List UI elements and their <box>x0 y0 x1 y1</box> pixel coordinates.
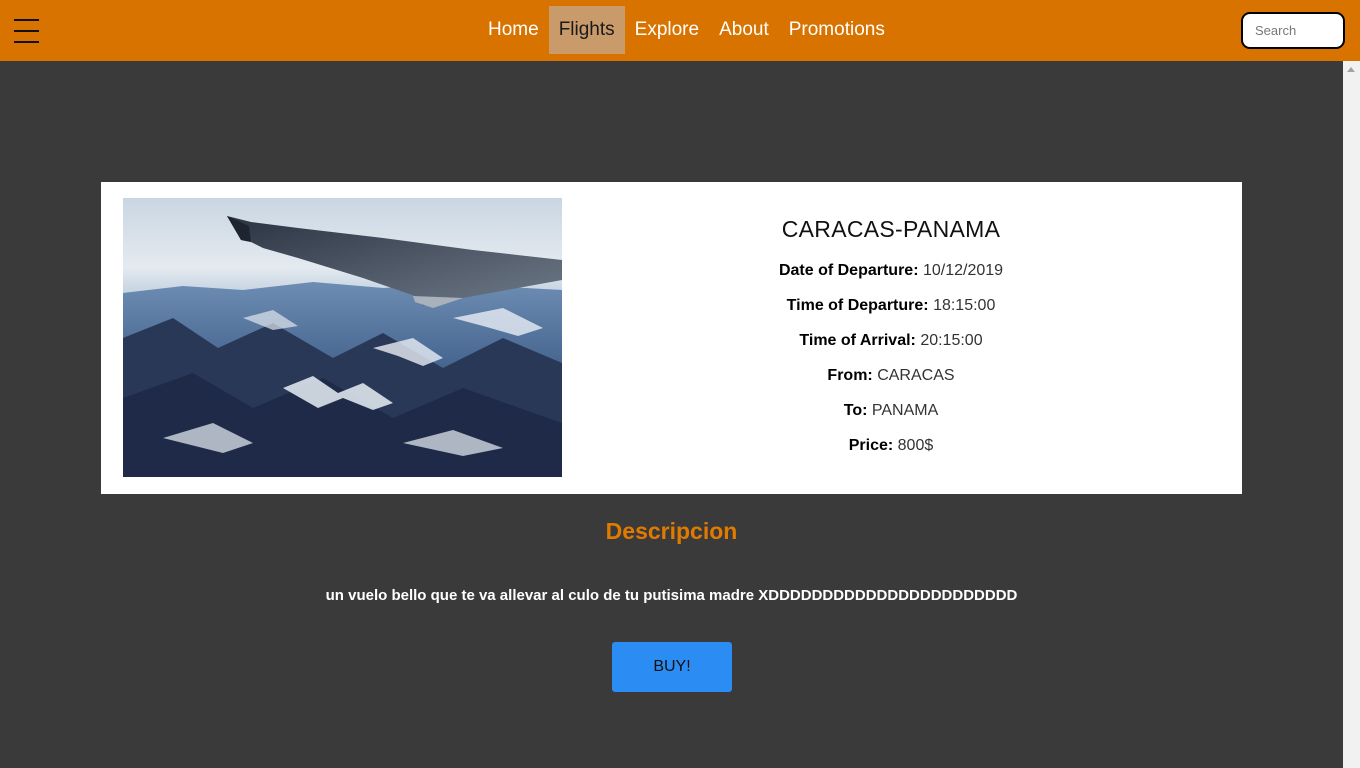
arrival-time-label: Time of Arrival: <box>799 332 921 349</box>
scroll-up-arrow-icon[interactable] <box>1347 67 1355 72</box>
departure-time-row: Time of Departure: 18:15:00 <box>701 296 1081 331</box>
main-nav: Home Flights Explore About Promotions <box>478 6 895 54</box>
to-row: To: PANAMA <box>701 401 1081 436</box>
nav-about[interactable]: About <box>709 6 779 54</box>
vertical-scrollbar[interactable] <box>1343 61 1360 768</box>
departure-date-value: 10/12/2019 <box>922 262 1004 279</box>
hamburger-menu-icon[interactable] <box>14 19 39 43</box>
flight-image <box>123 198 562 477</box>
from-label: From: <box>827 367 878 384</box>
top-navbar: Home Flights Explore About Promotions <box>0 0 1360 61</box>
nav-home[interactable]: Home <box>478 6 549 54</box>
from-row: From: CARACAS <box>701 366 1081 401</box>
to-value: PANAMA <box>871 402 939 419</box>
description-text: un vuelo bello que te va allevar al culo… <box>325 587 1018 604</box>
departure-time-value: 18:15:00 <box>933 297 996 314</box>
departure-date-row: Date of Departure: 10/12/2019 <box>701 261 1081 296</box>
price-label: Price: <box>848 437 898 454</box>
nav-promotions[interactable]: Promotions <box>779 6 895 54</box>
departure-time-label: Time of Departure: <box>786 297 934 314</box>
departure-date-label: Date of Departure: <box>778 262 923 279</box>
price-row: Price: 800$ <box>701 436 1081 471</box>
flight-info: CARACAS-PANAMA Date of Departure: 10/12/… <box>701 216 1081 471</box>
from-value: CARACAS <box>877 367 955 384</box>
buy-button[interactable]: BUY! <box>612 642 732 692</box>
price-value: 800$ <box>897 437 934 454</box>
route-title: CARACAS-PANAMA <box>781 216 1001 242</box>
arrival-time-value: 20:15:00 <box>920 332 983 349</box>
to-label: To: <box>843 402 872 419</box>
arrival-time-row: Time of Arrival: 20:15:00 <box>701 331 1081 366</box>
nav-flights[interactable]: Flights <box>548 6 625 54</box>
search-input[interactable] <box>1241 12 1345 49</box>
flight-card: CARACAS-PANAMA Date of Departure: 10/12/… <box>101 182 1242 494</box>
nav-explore[interactable]: Explore <box>625 6 709 54</box>
description-title: Descripcion <box>605 518 738 544</box>
